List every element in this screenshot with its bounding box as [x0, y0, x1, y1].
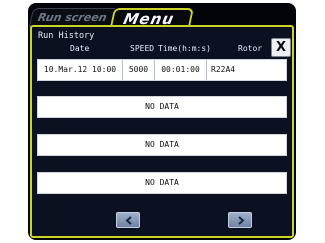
table-row[interactable]: NO DATA	[37, 96, 287, 118]
column-header-date: Date	[70, 44, 90, 53]
cell-date: 10.Mar.12 10:00	[38, 60, 123, 80]
next-page-button[interactable]	[228, 212, 252, 228]
no-data-text: NO DATA	[145, 140, 179, 149]
no-data-text: NO DATA	[145, 178, 179, 187]
column-header-time: Time(h:m:s)	[158, 44, 211, 53]
chevron-left-icon	[125, 216, 132, 225]
close-icon: X	[275, 40, 287, 55]
table-row[interactable]: 10.Mar.12 10:00 5000 00:01:00 R22A4	[37, 59, 287, 81]
chevron-right-icon	[238, 216, 245, 225]
previous-page-button[interactable]	[116, 212, 140, 228]
cell-rotor: R22A4	[211, 65, 236, 74]
device-screen: Run screen Menu Run History X Date SPEED…	[28, 3, 296, 240]
run-history-panel: Run History X Date SPEED Time(h:m:s) Rot…	[30, 25, 294, 238]
tab-run-screen-label: Run screen	[36, 11, 108, 24]
column-header-speed: SPEED	[130, 44, 155, 53]
cell-time: 00:01:00	[155, 60, 207, 80]
column-header-rotor: Rotor	[238, 44, 263, 53]
table-row[interactable]: NO DATA	[37, 134, 287, 156]
cell-speed: 5000	[123, 60, 155, 80]
panel-title: Run History	[38, 31, 95, 41]
no-data-text: NO DATA	[145, 102, 179, 111]
close-button[interactable]: X	[271, 38, 291, 57]
table-row[interactable]: NO DATA	[37, 172, 287, 194]
